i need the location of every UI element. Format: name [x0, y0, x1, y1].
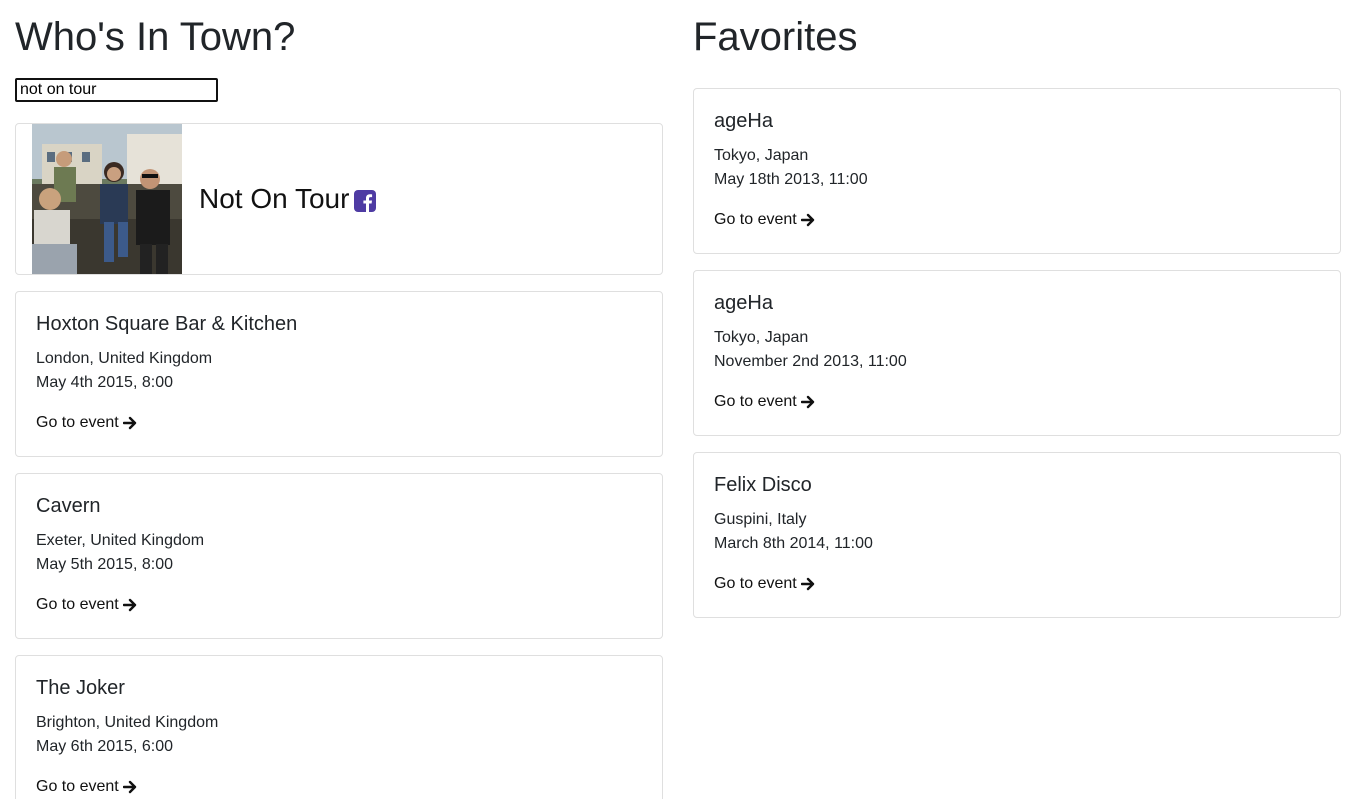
event-venue: ageHa — [714, 110, 773, 132]
event-venue: ageHa — [714, 292, 773, 314]
page: Who's In Town? not on tour Not On Tour H… — [0, 0, 1357, 799]
search-column: Who's In Town? not on tour Not On Tour H… — [15, 0, 663, 799]
event-card: Cavern Exeter, United Kingdom May 5th 20… — [15, 473, 663, 639]
arrow-right-icon — [800, 395, 814, 409]
go-to-event-label: Go to event — [714, 393, 797, 410]
event-venue: Felix Disco — [714, 474, 812, 496]
event-card: The Joker Brighton, United Kingdom May 6… — [15, 655, 663, 799]
go-to-event-link[interactable]: Go to event — [36, 593, 137, 617]
go-to-event-link[interactable]: Go to event — [36, 775, 137, 799]
event-venue: Hoxton Square Bar & Kitchen — [36, 313, 298, 335]
arrow-right-icon — [800, 577, 814, 591]
search-input[interactable] — [15, 78, 218, 102]
event-card: Hoxton Square Bar & Kitchen London, Unit… — [15, 291, 663, 457]
arrow-right-icon — [122, 416, 136, 430]
event-location: Tokyo, Japan — [714, 147, 809, 164]
go-to-event-label: Go to event — [714, 211, 797, 228]
artist-name: Not On Tour — [199, 183, 350, 214]
event-date: May 4th 2015, 8:00 — [36, 374, 173, 391]
event-location: London, United Kingdom — [36, 350, 213, 367]
event-date: March 8th 2014, 11:00 — [714, 535, 873, 552]
favorites-list: ageHa Tokyo, Japan May 18th 2013, 11:00 … — [693, 88, 1341, 618]
facebook-icon[interactable] — [354, 190, 377, 212]
go-to-event-link[interactable]: Go to event — [714, 572, 815, 596]
favorite-event-card: Felix Disco Guspini, Italy March 8th 201… — [693, 452, 1341, 618]
go-to-event-label: Go to event — [36, 778, 119, 795]
artist-photo — [32, 124, 182, 274]
event-location: Guspini, Italy — [714, 511, 807, 528]
arrow-right-icon — [122, 598, 136, 612]
event-location: Exeter, United Kingdom — [36, 532, 205, 549]
event-date: May 6th 2015, 6:00 — [36, 738, 173, 755]
go-to-event-link[interactable]: Go to event — [714, 390, 815, 414]
go-to-event-label: Go to event — [714, 575, 797, 592]
arrow-right-icon — [122, 780, 136, 794]
artist-card: Not On Tour — [15, 123, 663, 275]
go-to-event-label: Go to event — [36, 414, 119, 431]
event-date: November 2nd 2013, 11:00 — [714, 353, 907, 370]
event-date: May 5th 2015, 8:00 — [36, 556, 173, 573]
event-date: May 18th 2013, 11:00 — [714, 171, 868, 188]
favorite-event-card: ageHa Tokyo, Japan November 2nd 2013, 11… — [693, 270, 1341, 436]
event-location: Tokyo, Japan — [714, 329, 809, 346]
page-title: Who's In Town? — [15, 15, 296, 59]
event-location: Brighton, United Kingdom — [36, 714, 219, 731]
favorites-title: Favorites — [693, 15, 858, 59]
go-to-event-link[interactable]: Go to event — [714, 208, 815, 232]
arrow-right-icon — [800, 213, 814, 227]
event-venue: Cavern — [36, 495, 101, 517]
artist-header: Not On Tour — [199, 183, 377, 215]
go-to-event-label: Go to event — [36, 596, 119, 613]
event-venue: The Joker — [36, 677, 125, 699]
favorites-column: Favorites ageHa Tokyo, Japan May 18th 20… — [693, 0, 1341, 618]
go-to-event-link[interactable]: Go to event — [36, 411, 137, 435]
favorite-event-card: ageHa Tokyo, Japan May 18th 2013, 11:00 … — [693, 88, 1341, 254]
